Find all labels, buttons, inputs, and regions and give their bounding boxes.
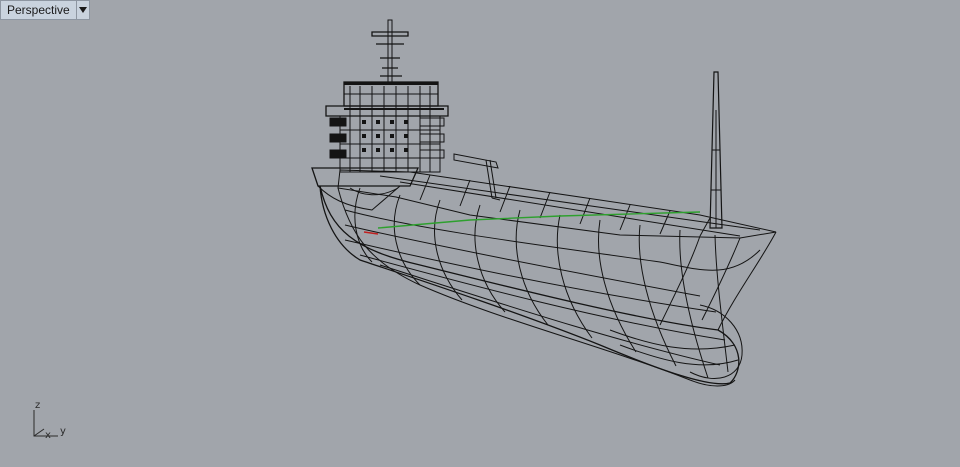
z-axis-label: z — [35, 400, 40, 411]
x-axis-label: x — [45, 430, 51, 441]
perspective-viewport[interactable]: z x y — [0, 0, 960, 467]
axis-gizmo: z x y — [33, 400, 66, 441]
ship-wireframe — [311, 19, 777, 387]
y-axis-label: y — [60, 426, 66, 437]
